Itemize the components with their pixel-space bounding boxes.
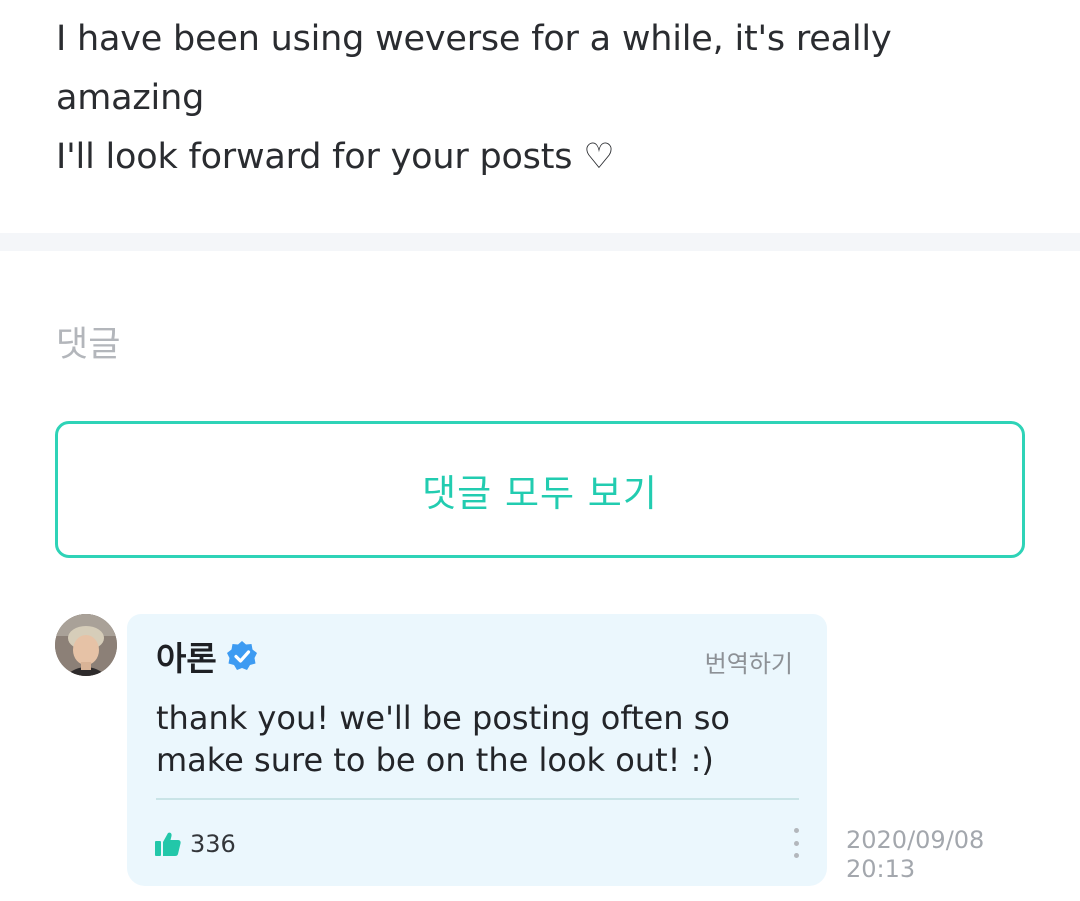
reply-text-line: make sure to be on the look out! :) [156,741,714,779]
reply-date: 2020/09/08 [846,826,985,854]
verified-badge-icon [226,641,257,670]
reply-header: 아론 [156,632,259,680]
view-all-comments-button[interactable]: 댓글 모두 보기 [55,421,1025,558]
author-name[interactable]: 아론 [156,632,217,680]
post-text-line: I'll look forward for your posts ♡ [56,137,615,177]
translate-button[interactable]: 번역하기 [705,644,793,679]
reply-timestamp: 2020/09/08 20:13 [846,826,984,884]
post-body: I have been using weverse for a while, i… [56,10,1016,187]
reply-text: thank you! we'll be posting often so mak… [156,697,796,781]
reply-time: 20:13 [846,855,916,883]
more-vertical-icon[interactable] [789,828,803,858]
artist-reply-bubble: 아론 번역하기 thank you! we'll be posting ofte… [127,614,827,886]
section-divider [0,233,1080,251]
post-text-line: amazing [56,78,205,118]
like-count: 336 [190,830,236,858]
thumbs-up-icon [155,832,181,856]
comments-heading: 댓글 [56,325,121,365]
reply-text-line: thank you! we'll be posting often so [156,699,730,737]
avatar-image [55,614,117,676]
like-button[interactable]: 336 [154,830,236,858]
reply-divider [156,798,799,800]
post-text-line: I have been using weverse for a while, i… [56,19,892,59]
avatar[interactable] [55,614,117,676]
